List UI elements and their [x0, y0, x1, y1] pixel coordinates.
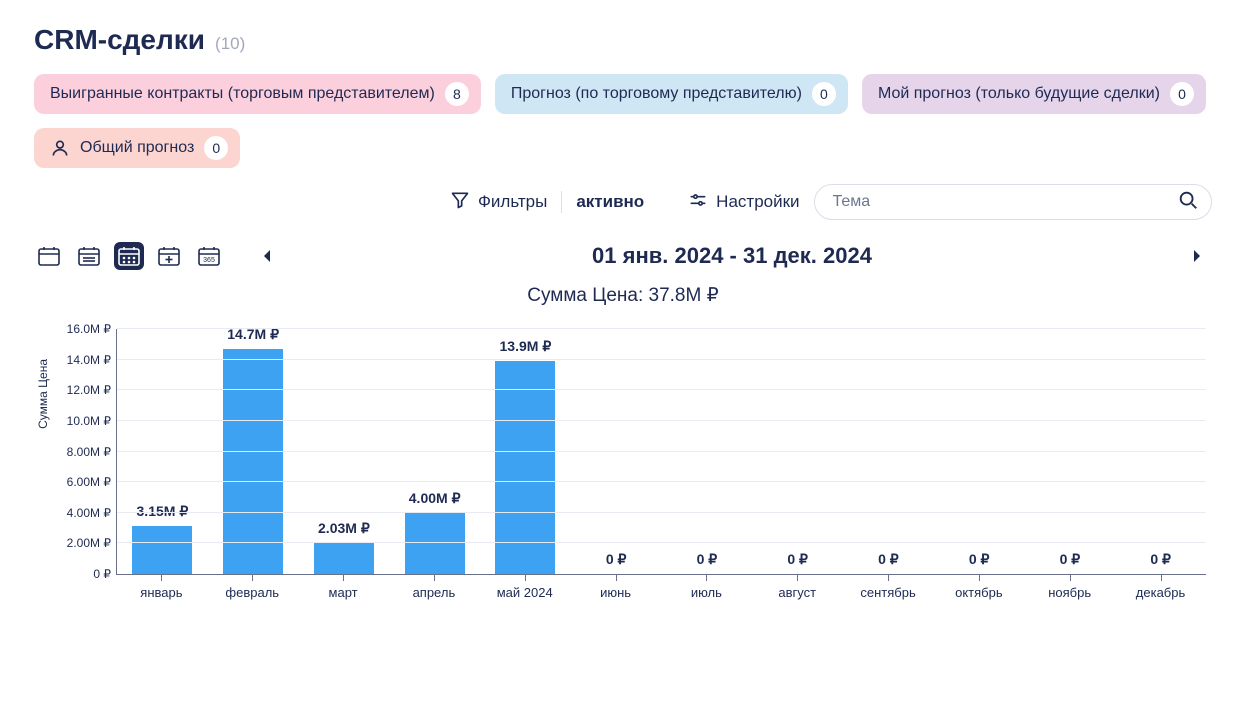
x-tick: июль	[661, 575, 752, 600]
svg-text:365: 365	[203, 257, 215, 264]
y-tick: 0 ₽	[93, 567, 111, 581]
bar-value-label: 0 ₽	[934, 551, 1025, 568]
tab-label: Выигранные контракты (торговым представи…	[50, 85, 435, 103]
chart-column: 4.00M ₽	[389, 329, 480, 574]
tab-badge: 0	[812, 82, 836, 106]
bar-value-label: 4.00M ₽	[389, 490, 480, 507]
filters-label: Фильтры	[478, 192, 547, 212]
bar-value-label: 0 ₽	[1115, 551, 1206, 568]
page-title: CRM-сделки	[34, 24, 205, 56]
bar-value-label: 13.9M ₽	[480, 338, 571, 355]
tab-overall-forecast[interactable]: Общий прогноз 0	[34, 128, 240, 168]
y-tick: 8.00M ₽	[67, 445, 111, 459]
y-tick: 14.0M ₽	[67, 353, 111, 367]
filters-button[interactable]: Фильтры	[450, 190, 547, 215]
y-tick: 12.0M ₽	[67, 383, 111, 397]
y-tick: 10.0M ₽	[67, 414, 111, 428]
bar-value-label: 0 ₽	[571, 551, 662, 568]
tab-my-forecast[interactable]: Мой прогноз (только будущие сделки) 0	[862, 74, 1206, 114]
chart-column: 0 ₽	[662, 329, 753, 574]
chart-column: 0 ₽	[571, 329, 662, 574]
chart-summary: Сумма Цена: 37.8M ₽	[34, 284, 1212, 307]
chart-column: 0 ₽	[1115, 329, 1206, 574]
calendar-add-button[interactable]	[154, 242, 184, 270]
calendar-year-button[interactable]: 365	[194, 242, 224, 270]
x-tick: апрель	[388, 575, 479, 600]
funnel-icon	[450, 190, 470, 215]
x-tick: март	[298, 575, 389, 600]
search-input[interactable]	[831, 192, 1167, 212]
search-box[interactable]	[814, 184, 1212, 220]
x-tick: август	[752, 575, 843, 600]
sliders-icon	[688, 190, 708, 215]
chart-column: 0 ₽	[1025, 329, 1116, 574]
tab-label: Мой прогноз (только будущие сделки)	[878, 85, 1160, 103]
page-record-count: (10)	[215, 34, 245, 54]
search-icon	[1177, 189, 1199, 216]
x-tick: май 2024	[479, 575, 570, 600]
x-tick: июнь	[570, 575, 661, 600]
tab-badge: 0	[204, 136, 228, 160]
tab-label: Прогноз (по торговому представителю)	[511, 85, 802, 103]
bar-value-label: 2.03M ₽	[299, 520, 390, 537]
y-axis-label: Сумма Цена	[34, 359, 52, 429]
y-tick: 6.00M ₽	[67, 475, 111, 489]
bar-value-label: 0 ₽	[752, 551, 843, 568]
date-range: 01 янв. 2024 - 31 дек. 2024	[592, 243, 872, 269]
tab-badge: 0	[1170, 82, 1194, 106]
x-tick: ноябрь	[1024, 575, 1115, 600]
chart-bar[interactable]	[314, 543, 374, 574]
bar-value-label: 0 ₽	[843, 551, 934, 568]
chart-bar[interactable]	[405, 513, 465, 574]
views-tabs: Выигранные контракты (торговым представи…	[34, 74, 1212, 168]
tab-won-contracts[interactable]: Выигранные контракты (торговым представи…	[34, 74, 481, 114]
chart-bar[interactable]	[223, 349, 283, 574]
calendar-day-button[interactable]	[34, 242, 64, 270]
y-tick: 2.00M ₽	[67, 536, 111, 550]
chart-column: 0 ₽	[843, 329, 934, 574]
x-tick: февраль	[207, 575, 298, 600]
calendar-week-button[interactable]	[74, 242, 104, 270]
chart-column: 3.15M ₽	[117, 329, 208, 574]
x-tick: сентябрь	[843, 575, 934, 600]
x-tick: январь	[116, 575, 207, 600]
calendar-scale-group: 365	[34, 242, 224, 270]
tab-label: Общий прогноз	[80, 139, 194, 157]
chart-plot-area: 0 ₽2.00M ₽4.00M ₽6.00M ₽8.00M ₽10.0M ₽12…	[116, 329, 1206, 575]
chart-column: 14.7M ₽	[208, 329, 299, 574]
y-tick: 4.00M ₽	[67, 506, 111, 520]
calendar-month-button[interactable]	[114, 242, 144, 270]
person-icon	[50, 138, 70, 158]
chart-column: 13.9M ₽	[480, 329, 571, 574]
chart-bar[interactable]	[132, 526, 192, 574]
next-period-button[interactable]	[1182, 248, 1212, 264]
settings-label: Настройки	[716, 192, 799, 212]
settings-button[interactable]: Настройки	[688, 190, 799, 215]
y-tick: 16.0M ₽	[67, 322, 111, 336]
active-label: активно	[576, 192, 644, 212]
toolbar-divider	[561, 191, 562, 213]
chart-column: 0 ₽	[752, 329, 843, 574]
bar-value-label: 0 ₽	[1025, 551, 1116, 568]
prev-period-button[interactable]	[252, 248, 282, 264]
tab-badge: 8	[445, 82, 469, 106]
bar-value-label: 0 ₽	[662, 551, 753, 568]
x-tick: декабрь	[1115, 575, 1206, 600]
x-tick: октябрь	[933, 575, 1024, 600]
active-toggle[interactable]: активно	[576, 192, 644, 212]
tab-forecast-by-rep[interactable]: Прогноз (по торговому представителю) 0	[495, 74, 848, 114]
chart-column: 0 ₽	[934, 329, 1025, 574]
chart-column: 2.03M ₽	[299, 329, 390, 574]
